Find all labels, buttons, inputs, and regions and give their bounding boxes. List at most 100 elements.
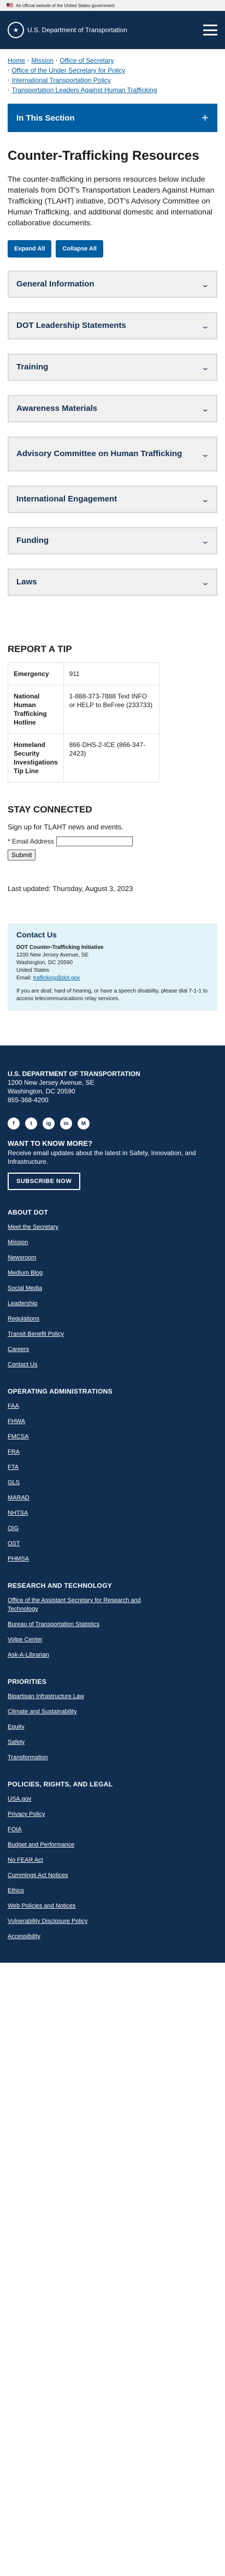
linkedin-icon[interactable]: in: [60, 1117, 72, 1129]
footer-section-title: POLICIES, RIGHTS, AND LEGAL: [8, 1780, 113, 1788]
footer-link[interactable]: FMCSA: [8, 1432, 217, 1441]
footer-link[interactable]: GLS: [8, 1478, 217, 1487]
plus-icon: +: [202, 111, 209, 124]
footer-link[interactable]: OST: [8, 1539, 217, 1548]
breadcrumb-mission[interactable]: Mission: [31, 56, 54, 65]
footer-address-1: 1200 New Jersey Avenue, SE: [8, 1079, 94, 1086]
accordion: General Information ⌄ DOT Leadership Sta…: [8, 271, 217, 596]
accordion-international-engagement[interactable]: International Engagement ⌄: [8, 486, 217, 513]
menu-icon[interactable]: [203, 25, 217, 35]
breadcrumb-office-of-secretary[interactable]: Office of Secretary: [60, 56, 114, 65]
footer-link[interactable]: NHTSA: [8, 1509, 217, 1517]
page-intro: The counter-trafficking in persons resou…: [8, 175, 215, 227]
footer-section-title: RESEARCH AND TECHNOLOGY: [8, 1582, 112, 1589]
footer-link[interactable]: OIG: [8, 1524, 217, 1533]
breadcrumb-tlaht[interactable]: Transportation Leaders Against Human Tra…: [11, 85, 157, 95]
footer-link[interactable]: Contact Us: [8, 1360, 217, 1369]
footer-link[interactable]: Office of the Assistant Secretary for Re…: [8, 1596, 166, 1613]
logo-text: U.S. Department of Transportation: [27, 26, 127, 34]
footer-link[interactable]: Leadership: [8, 1299, 217, 1308]
in-this-section-label: In This Section: [16, 113, 75, 123]
contact-country: United States: [16, 967, 50, 973]
breadcrumb-home[interactable]: Home: [8, 56, 25, 65]
footer-link[interactable]: Ask-A-Librarian: [8, 1651, 217, 1659]
page-title: Counter-Trafficking Resources: [8, 148, 199, 163]
footer-phone: 855-368-4200: [8, 1096, 49, 1104]
accordion-funding[interactable]: Funding ⌄: [8, 527, 217, 554]
contact-org: DOT Counter-Trafficking Initiative: [16, 945, 104, 951]
contact-address-2: Washington, DC 20590: [16, 960, 73, 966]
accordion-label: International Engagement: [16, 494, 117, 504]
footer-link[interactable]: FRA: [8, 1448, 217, 1456]
footer-link[interactable]: Budget and Performance: [8, 1840, 217, 1849]
accordion-awareness-materials[interactable]: Awareness Materials ⌄: [8, 395, 217, 422]
gov-banner-text: An official website of the United States…: [16, 3, 115, 8]
breadcrumb-international-policy[interactable]: International Transportation Policy: [11, 75, 110, 85]
tip-value: 1-888-373-7888 Text INFO or HELP to BeFr…: [63, 685, 160, 734]
footer-link[interactable]: FAA: [8, 1402, 217, 1410]
footer-link[interactable]: Volpe Center: [8, 1635, 217, 1644]
medium-icon[interactable]: M: [78, 1117, 90, 1129]
gov-banner[interactable]: An official website of the United States…: [0, 0, 225, 11]
footer-link[interactable]: Accessibility: [8, 1932, 217, 1941]
footer-link[interactable]: USA.gov: [8, 1795, 217, 1803]
instagram-icon[interactable]: ig: [43, 1117, 55, 1129]
footer-link[interactable]: Cummings Act Notices: [8, 1871, 217, 1880]
footer-link[interactable]: Bureau of Transportation Statistics: [8, 1620, 217, 1629]
footer-link[interactable]: Newsroom: [8, 1253, 217, 1262]
footer-link[interactable]: Equity: [8, 1723, 217, 1731]
accordion-training[interactable]: Training ⌄: [8, 354, 217, 381]
footer-link[interactable]: Safety: [8, 1738, 217, 1747]
accordion-dot-leadership-statements[interactable]: DOT Leadership Statements ⌄: [8, 312, 217, 339]
footer-link[interactable]: Bipartisan Infrastructure Law: [8, 1692, 217, 1701]
report-a-tip: REPORT A TIP Emergency 911 National Huma…: [0, 644, 225, 782]
footer-link[interactable]: No FEAR Act: [8, 1856, 217, 1864]
footer-section-title: PRIORITIES: [8, 1678, 47, 1686]
footer-link[interactable]: MARAD: [8, 1493, 217, 1502]
footer-link[interactable]: Careers: [8, 1345, 217, 1354]
footer-link[interactable]: Climate and Sustainability: [8, 1707, 217, 1716]
footer-link[interactable]: Medium Blog: [8, 1269, 217, 1277]
subscribe-button[interactable]: SUBSCRIBE NOW: [8, 1173, 81, 1190]
footer-link[interactable]: Privacy Policy: [8, 1810, 217, 1819]
footer-link[interactable]: Regulations: [8, 1314, 217, 1323]
footer-link[interactable]: Transformation: [8, 1753, 217, 1762]
breadcrumb-under-secretary[interactable]: Office of the Under Secretary for Policy: [11, 65, 125, 75]
in-this-section-toggle[interactable]: In This Section +: [8, 104, 217, 132]
expand-all-button[interactable]: Expand All: [8, 240, 52, 258]
chevron-down-icon: ⌄: [200, 577, 210, 587]
dot-logo[interactable]: ★ U.S. Department of Transportation: [8, 22, 127, 38]
footer-link[interactable]: FTA: [8, 1463, 217, 1472]
accordion-advisory-committee[interactable]: Advisory Committee on Human Trafficking …: [8, 437, 217, 471]
contact-email-link[interactable]: trafficking@dot.gov: [33, 975, 80, 981]
footer-link[interactable]: Social Media: [8, 1284, 217, 1293]
footer-link[interactable]: Meet the Secretary: [8, 1223, 217, 1232]
want-to-know-text: Receive email updates about the latest i…: [8, 1149, 196, 1166]
email-field[interactable]: [56, 836, 133, 846]
accordion-label: Laws: [16, 577, 37, 587]
last-updated: Last updated: Thursday, August 3, 2023: [8, 884, 133, 893]
submit-button[interactable]: Submit: [8, 850, 36, 860]
twitter-icon[interactable]: t: [25, 1117, 37, 1129]
chevron-right-icon: ›: [27, 57, 29, 63]
footer-link[interactable]: Vulnerability Disclosure Policy: [8, 1917, 217, 1926]
accordion-laws[interactable]: Laws ⌄: [8, 569, 217, 596]
collapse-all-button[interactable]: Collapse All: [56, 240, 103, 258]
footer-link[interactable]: FHWA: [8, 1417, 217, 1426]
footer-link[interactable]: Web Policies and Notices: [8, 1902, 217, 1910]
footer-link[interactable]: Mission: [8, 1238, 217, 1247]
footer-section-priorities: PRIORITIES Bipartisan Infrastructure Law…: [8, 1678, 217, 1762]
facebook-icon[interactable]: f: [8, 1117, 20, 1129]
footer-link[interactable]: Ethics: [8, 1886, 217, 1895]
footer-link[interactable]: PHMSA: [8, 1555, 217, 1563]
footer-link[interactable]: FOIA: [8, 1825, 217, 1834]
accordion-general-information[interactable]: General Information ⌄: [8, 271, 217, 298]
signup-text: Sign up for TLAHT news and events.: [8, 823, 123, 831]
contact-address-1: 1200 New Jersey Avenue, SE: [16, 952, 89, 958]
stay-connected-title: STAY CONNECTED: [8, 804, 92, 815]
tip-label: Homeland Security Investigations Tip Lin…: [8, 733, 64, 782]
site-header: ★ U.S. Department of Transportation: [0, 11, 225, 49]
chevron-right-icon: ›: [8, 67, 10, 73]
footer-link[interactable]: Transit Benefit Policy: [8, 1330, 217, 1338]
footer-dept: U.S. DEPARTMENT OF TRANSPORTATION: [8, 1070, 140, 1078]
